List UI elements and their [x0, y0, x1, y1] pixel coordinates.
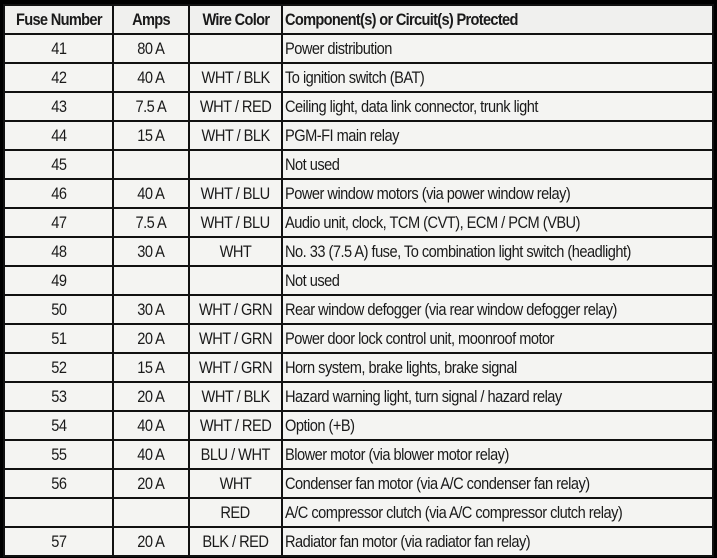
cell-fuse-number: 45 — [3, 149, 114, 180]
cell-fuse-number: 43 — [3, 91, 114, 122]
cell-wire-color: WHT / BLU — [188, 178, 283, 209]
cell-amps: 80 A — [112, 33, 190, 64]
table-row: 53 20 A WHT / BLK Hazard warning light, tur… — [3, 381, 714, 412]
table-row: 52 15 A WHT / GRN Horn system, brake lights… — [3, 352, 714, 383]
cell-amps: 20 A — [112, 323, 190, 354]
cell-fuse-number: 53 — [3, 381, 114, 412]
cell-amps: 7.5 A — [112, 207, 190, 238]
table-row: 48 30 A WHT No. 33 (7.5 A) fuse, To combina… — [3, 236, 714, 267]
cell-component: Blower motor (via blower motor relay) — [281, 439, 714, 470]
table-row: 50 30 A WHT / GRN Rear window defogger (via… — [3, 294, 714, 325]
cell-component: Not used — [281, 265, 714, 296]
cell-amps: 20 A — [112, 381, 190, 412]
cell-fuse-number: 50 — [3, 294, 114, 325]
cell-fuse-number: 54 — [3, 410, 114, 441]
cell-amps: 20 A — [112, 526, 190, 557]
cell-amps: 40 A — [112, 62, 190, 93]
cell-amps: 15 A — [112, 352, 190, 383]
cell-component: Horn system, brake lights, brake signal — [281, 352, 714, 383]
table-row: 43 7.5 A WHT / RED Ceiling light, data link… — [3, 91, 714, 122]
cell-component: PGM-FI main relay — [281, 120, 714, 151]
cell-wire-color: WHT / BLU — [188, 207, 283, 238]
cell-wire-color: WHT / GRN — [188, 352, 283, 383]
cell-amps: 30 A — [112, 294, 190, 325]
cell-component: Power distribution — [281, 33, 714, 64]
cell-amps: 7.5 A — [112, 91, 190, 122]
table-row: 56 20 A WHT Condenser fan motor (via A/C co… — [3, 468, 714, 499]
cell-amps: 40 A — [112, 178, 190, 209]
header-wire-color: Wire Color — [188, 4, 283, 35]
cell-component: A/C compressor clutch (via A/C compresso… — [281, 497, 714, 528]
cell-wire-color: BLU / WHT — [188, 439, 283, 470]
table-row: 47 7.5 A WHT / BLU Audio unit, clock, TCM (… — [3, 207, 714, 238]
cell-fuse-number: 44 — [3, 120, 114, 151]
table-row: 54 40 A WHT / RED Option (+B) — [3, 410, 714, 441]
header-amps: Amps — [112, 4, 190, 35]
table-row: 44 15 A WHT / BLK PGM-FI main relay — [3, 120, 714, 151]
cell-component: To ignition switch (BAT) — [281, 62, 714, 93]
cell-component: Hazard warning light, turn signal / haza… — [281, 381, 714, 412]
cell-wire-color — [188, 33, 283, 64]
fuse-table: Fuse Number Amps Wire Color Component(s)… — [3, 4, 714, 557]
cell-wire-color — [188, 149, 283, 180]
cell-component: Option (+B) — [281, 410, 714, 441]
header-fuse-number: Fuse Number — [3, 4, 114, 35]
cell-component: Condenser fan motor (via A/C condenser f… — [281, 468, 714, 499]
table-row: 46 40 A WHT / BLU Power window motors (via … — [3, 178, 714, 209]
cell-amps — [112, 497, 190, 528]
cell-wire-color: RED — [188, 497, 283, 528]
cell-wire-color: WHT / BLK — [188, 120, 283, 151]
table-row: RED A/C compressor clutch (via A/C compre… — [3, 497, 714, 528]
table-header-row: Fuse Number Amps Wire Color Component(s)… — [3, 4, 714, 35]
cell-wire-color: WHT — [188, 236, 283, 267]
cell-fuse-number: 52 — [3, 352, 114, 383]
fuse-table-container: Fuse Number Amps Wire Color Component(s)… — [0, 0, 717, 558]
cell-fuse-number: 49 — [3, 265, 114, 296]
cell-fuse-number: 47 — [3, 207, 114, 238]
table-row: 51 20 A WHT / GRN Power door lock control u… — [3, 323, 714, 354]
cell-component: Audio unit, clock, TCM (CVT), ECM / PCM … — [281, 207, 714, 238]
cell-component: Power door lock control unit, moonroof m… — [281, 323, 714, 354]
cell-wire-color: WHT / BLK — [188, 62, 283, 93]
cell-fuse-number: 48 — [3, 236, 114, 267]
table-row: 57 20 A BLK / RED Radiator fan motor (via r… — [3, 526, 714, 557]
cell-fuse-number: 51 — [3, 323, 114, 354]
cell-wire-color — [188, 265, 283, 296]
cell-wire-color: WHT / GRN — [188, 294, 283, 325]
cell-component: Power window motors (via power window re… — [281, 178, 714, 209]
table-row: 41 80 A Power distribution — [3, 33, 714, 64]
cell-wire-color: WHT / RED — [188, 91, 283, 122]
cell-component: No. 33 (7.5 A) fuse, To combination ligh… — [281, 236, 714, 267]
table-row: 49 Not used — [3, 265, 714, 296]
cell-amps: 40 A — [112, 410, 190, 441]
cell-amps: 20 A — [112, 468, 190, 499]
cell-component: Radiator fan motor (via radiator fan rel… — [281, 526, 714, 557]
cell-wire-color: WHT — [188, 468, 283, 499]
cell-fuse-number: 42 — [3, 62, 114, 93]
cell-wire-color: WHT / GRN — [188, 323, 283, 354]
header-component: Component(s) or Circuit(s) Protected — [281, 4, 714, 35]
cell-wire-color: WHT / BLK — [188, 381, 283, 412]
cell-fuse-number: 55 — [3, 439, 114, 470]
cell-wire-color: WHT / RED — [188, 410, 283, 441]
cell-fuse-number: 56 — [3, 468, 114, 499]
cell-fuse-number: 46 — [3, 178, 114, 209]
cell-amps: 30 A — [112, 236, 190, 267]
table-body: 41 80 A Power distribution 42 40 A WHT / BLK T… — [3, 33, 714, 557]
cell-wire-color: BLK / RED — [188, 526, 283, 557]
cell-amps — [112, 265, 190, 296]
cell-fuse-number: 57 — [3, 526, 114, 557]
cell-component: Not used — [281, 149, 714, 180]
table-row: 42 40 A WHT / BLK To ignition switch (BAT) — [3, 62, 714, 93]
cell-amps: 40 A — [112, 439, 190, 470]
cell-component: Ceiling light, data link connector, trun… — [281, 91, 714, 122]
cell-amps — [112, 149, 190, 180]
table-row: 45 Not used — [3, 149, 714, 180]
cell-component: Rear window defogger (via rear window de… — [281, 294, 714, 325]
table-row: 55 40 A BLU / WHT Blower motor (via blower … — [3, 439, 714, 470]
cell-fuse-number: 41 — [3, 33, 114, 64]
cell-amps: 15 A — [112, 120, 190, 151]
cell-fuse-number — [3, 497, 114, 528]
